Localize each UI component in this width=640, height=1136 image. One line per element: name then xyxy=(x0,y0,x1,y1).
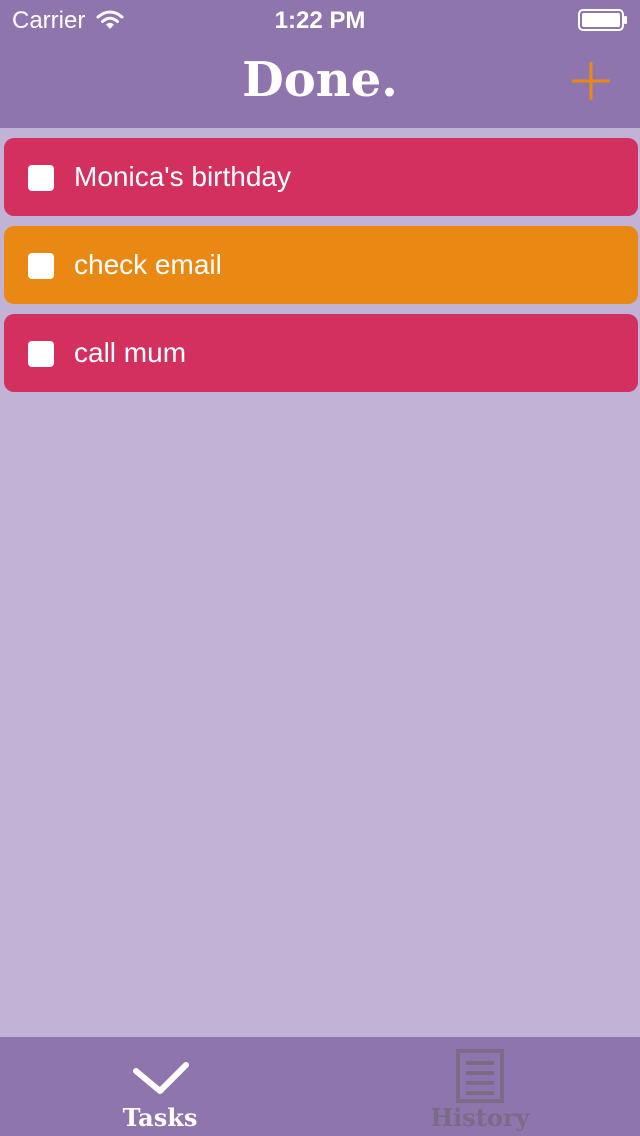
checkmark-icon xyxy=(133,1062,189,1094)
task-list: Monica's birthday check email call mum xyxy=(4,138,638,402)
task-row[interactable]: call mum xyxy=(4,314,638,392)
document-list-icon xyxy=(456,1049,504,1103)
tab-history[interactable]: History xyxy=(320,1037,640,1136)
tab-bar: Tasks History xyxy=(0,1037,640,1136)
tab-tasks[interactable]: Tasks xyxy=(0,1037,320,1136)
task-label: call mum xyxy=(74,337,187,368)
status-bar: Carrier 1:22 PM xyxy=(0,0,640,40)
navigation-header: Carrier 1:22 PM Done. xyxy=(0,0,640,128)
add-task-button[interactable] xyxy=(570,60,612,102)
page-title: Done. xyxy=(242,52,398,108)
task-row[interactable]: Monica's birthday xyxy=(4,138,638,216)
status-time: 1:22 PM xyxy=(274,7,366,34)
tab-history-label: History xyxy=(430,1103,530,1132)
tab-tasks-label: Tasks xyxy=(122,1103,198,1132)
task-checkbox[interactable] xyxy=(28,253,54,279)
task-row[interactable]: check email xyxy=(4,226,638,304)
task-label: check email xyxy=(74,249,222,280)
battery-icon xyxy=(578,9,627,31)
task-checkbox[interactable] xyxy=(28,341,54,367)
task-label: Monica's birthday xyxy=(74,161,291,192)
plus-icon xyxy=(572,62,610,100)
task-checkbox[interactable] xyxy=(28,165,54,191)
